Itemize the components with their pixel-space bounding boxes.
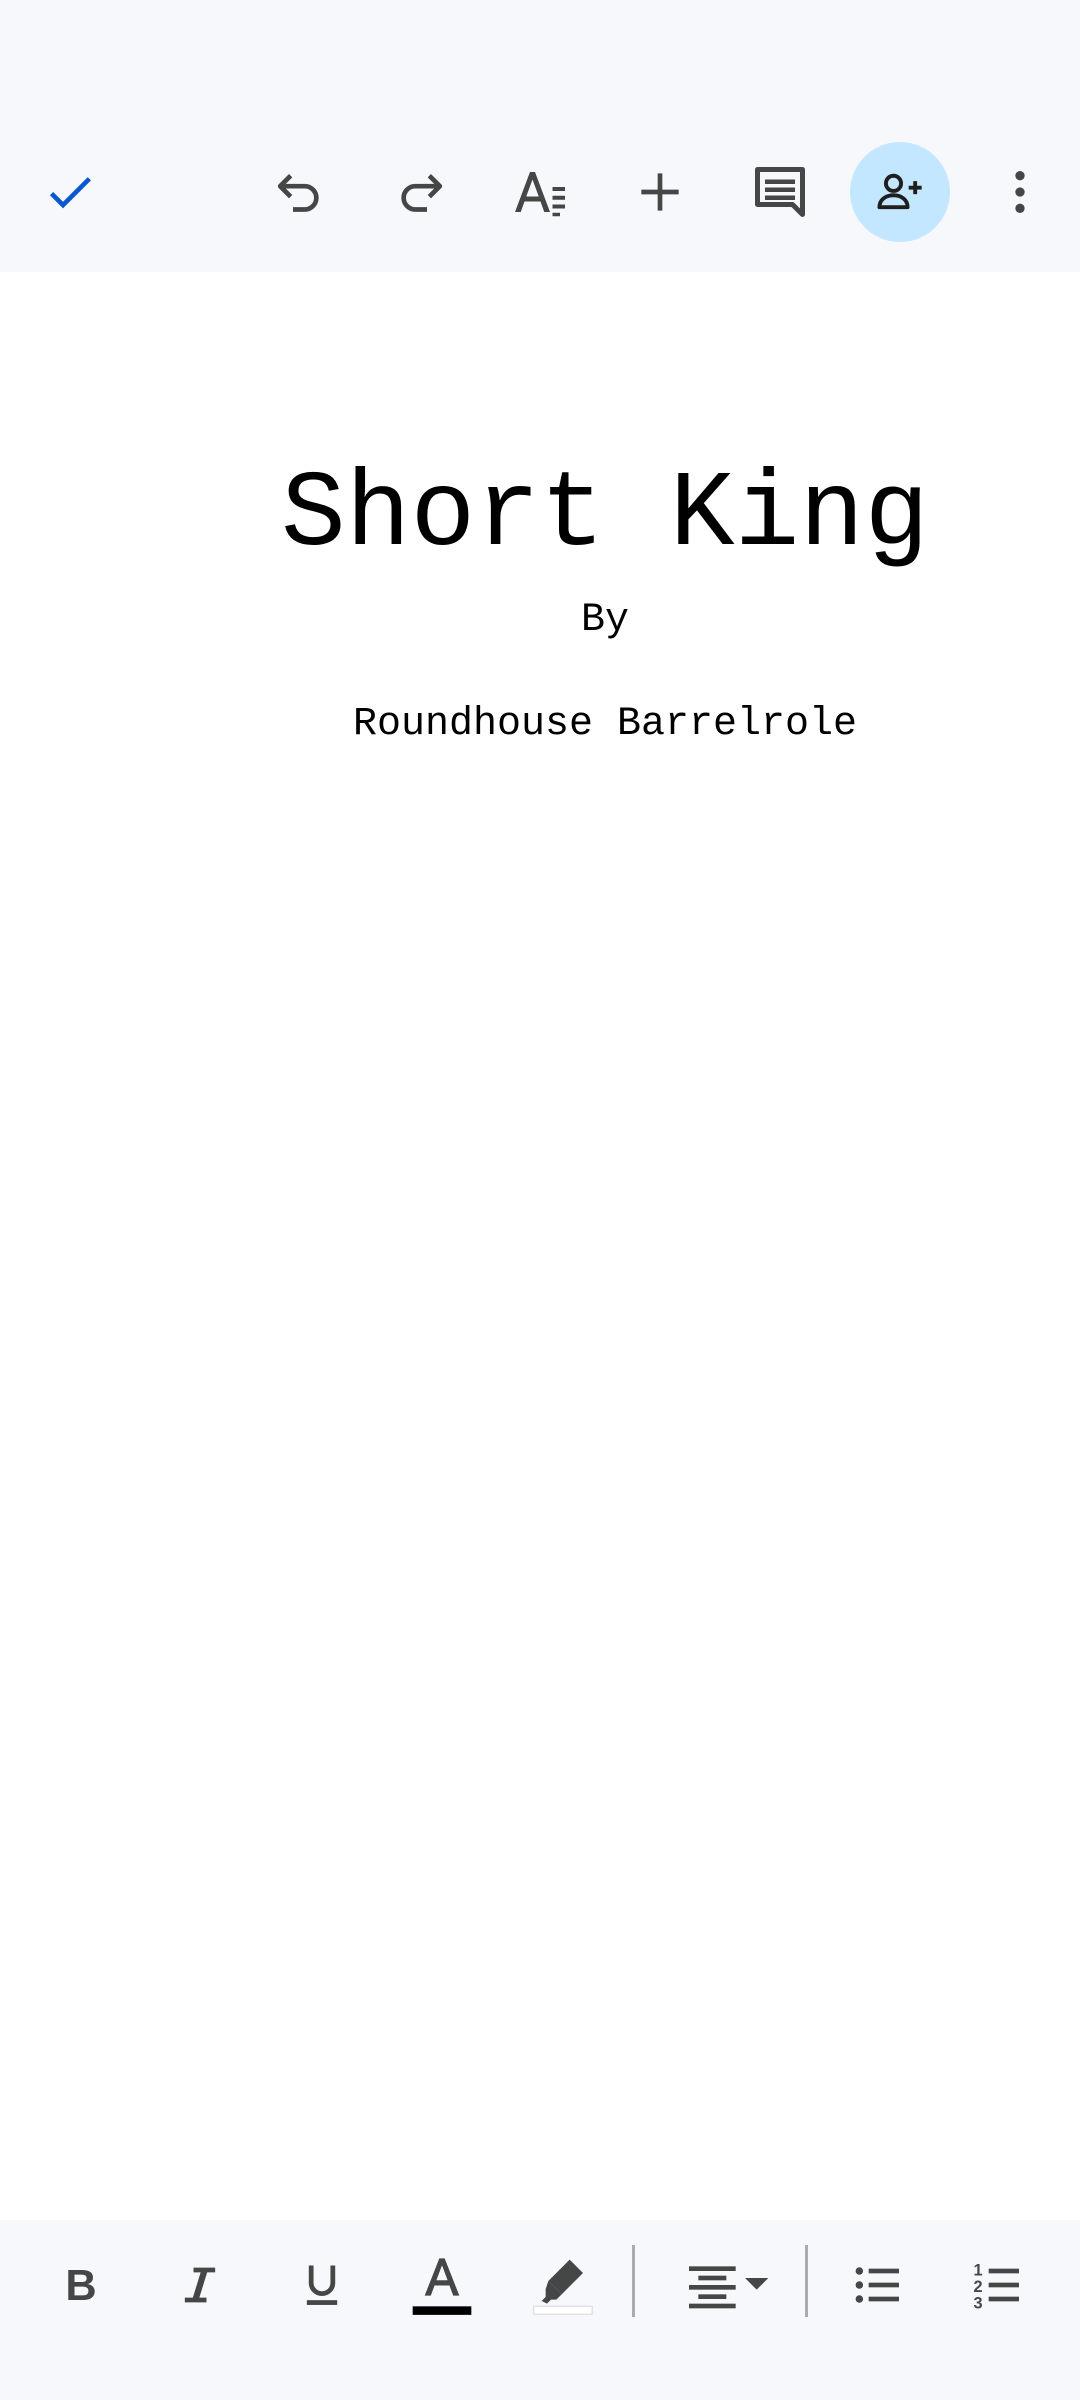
svg-text:3: 3 [974,2294,983,2312]
highlight-color-button[interactable] [518,2240,608,2330]
document-by-line[interactable]: By [0,598,1080,643]
numbered-list-button[interactable]: 1 2 3 [953,2240,1043,2330]
text-color-button[interactable] [397,2240,487,2330]
bulleted-list-icon [855,2267,899,2303]
text-color-icon [412,2258,472,2315]
svg-text:2: 2 [974,2278,983,2296]
document-author[interactable]: Roundhouse Barrelrole [0,702,1080,747]
svg-text:1: 1 [974,2262,983,2280]
more-vert-icon [1015,171,1025,213]
highlight-icon [532,2259,594,2316]
text-format-icon [515,172,565,217]
undo-button[interactable] [252,144,348,240]
insert-icon [641,173,679,211]
alignment-dropdown[interactable] [676,2240,786,2330]
redo-icon [401,174,443,212]
italic-icon [184,2267,216,2303]
bold-icon: B [65,2262,96,2310]
underline-button[interactable] [277,2240,367,2330]
toolbar-divider [805,2245,808,2317]
bulleted-list-button[interactable] [833,2240,923,2330]
comment-icon [755,167,805,217]
redo-button[interactable] [372,144,468,240]
text-format-button[interactable] [492,144,588,240]
share-person-add-icon [877,173,922,210]
more-options-button[interactable] [972,144,1068,240]
insert-button[interactable] [612,144,708,240]
undo-icon [277,174,319,212]
bold-button[interactable]: B [36,2240,126,2330]
toolbar-divider [632,2245,635,2317]
document-title[interactable]: Short King [0,455,1080,577]
underline-icon [306,2265,338,2305]
align-center-icon [689,2266,769,2309]
check-icon [49,177,91,209]
numbered-list-icon: 1 2 3 [974,2262,1019,2312]
svg-text:B: B [65,2262,96,2310]
comment-button[interactable] [732,144,828,240]
done-button[interactable] [22,144,118,240]
italic-button[interactable] [155,2240,245,2330]
share-button[interactable] [850,142,950,242]
